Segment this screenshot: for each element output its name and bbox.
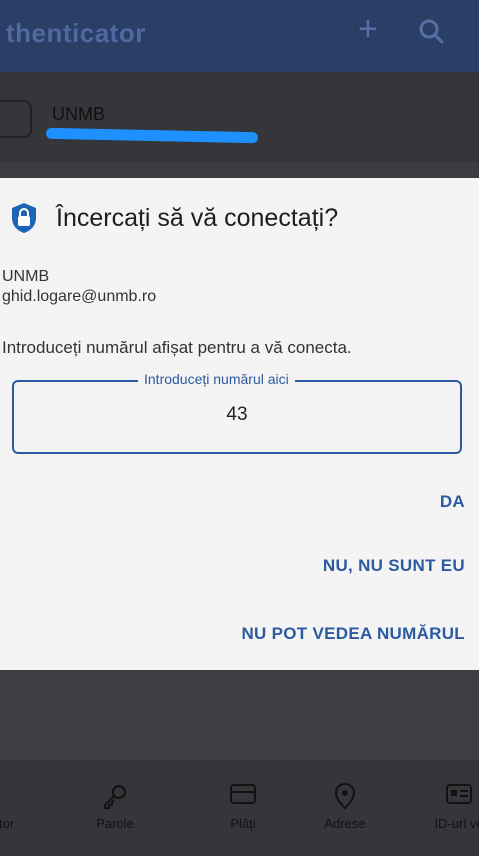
scrim	[0, 670, 479, 760]
dialog-title: Încercați să vă conectați?	[56, 204, 339, 232]
account-name: UNMB	[52, 104, 105, 124]
card-icon	[230, 784, 256, 804]
nav-item-ids[interactable]: ID-uri ve	[414, 760, 479, 856]
nav-label: Parole	[96, 816, 134, 831]
nav-item-authenticator[interactable]: ator	[0, 760, 48, 856]
app-bar: thenticator +	[0, 0, 479, 72]
nav-item-addresses[interactable]: Adrese	[300, 760, 390, 856]
nav-item-passwords[interactable]: Parole	[70, 760, 160, 856]
search-icon[interactable]	[418, 18, 444, 44]
account-label: UNMB	[2, 268, 50, 285]
lock-shield-icon	[12, 203, 36, 233]
app-title: thenticator	[6, 18, 146, 48]
scrim	[0, 162, 479, 178]
number-input[interactable]: Introduceți numărul aici 43	[12, 371, 462, 454]
nav-item-payments[interactable]: Plăți	[198, 760, 288, 856]
nav-label: Plăți	[230, 816, 256, 831]
nav-label: ator	[0, 816, 15, 831]
key-icon	[104, 785, 126, 809]
plus-icon[interactable]: +	[358, 10, 378, 49]
cant-see-number-button[interactable]: NU POT VEDEA NUMĂRUL	[241, 624, 465, 644]
yes-button[interactable]: DA	[440, 492, 465, 512]
location-icon	[334, 782, 356, 810]
number-input-value[interactable]: 43	[14, 404, 460, 426]
account-email: ghid.logare@unmb.ro	[2, 288, 157, 305]
bottom-navigation: ator Parole Plăți Adrese ID-uri ve	[0, 760, 479, 856]
instruction-text: Introduceți numărul afișat pentru a vă c…	[2, 338, 352, 357]
number-input-label: Introduceți numărul aici	[138, 371, 295, 387]
sign-in-request-dialog: Încercați să vă conectați? UNMB ghid.log…	[0, 178, 479, 670]
no-its-not-me-button[interactable]: NU, NU SUNT EU	[323, 556, 465, 576]
account-row[interactable]: UNMB	[0, 72, 479, 162]
account-avatar-icon	[0, 100, 32, 138]
redacted-email-mark	[45, 127, 259, 144]
id-card-icon	[446, 784, 472, 804]
nav-label: Adrese	[324, 816, 366, 831]
nav-label: ID-uri ve	[434, 816, 479, 831]
